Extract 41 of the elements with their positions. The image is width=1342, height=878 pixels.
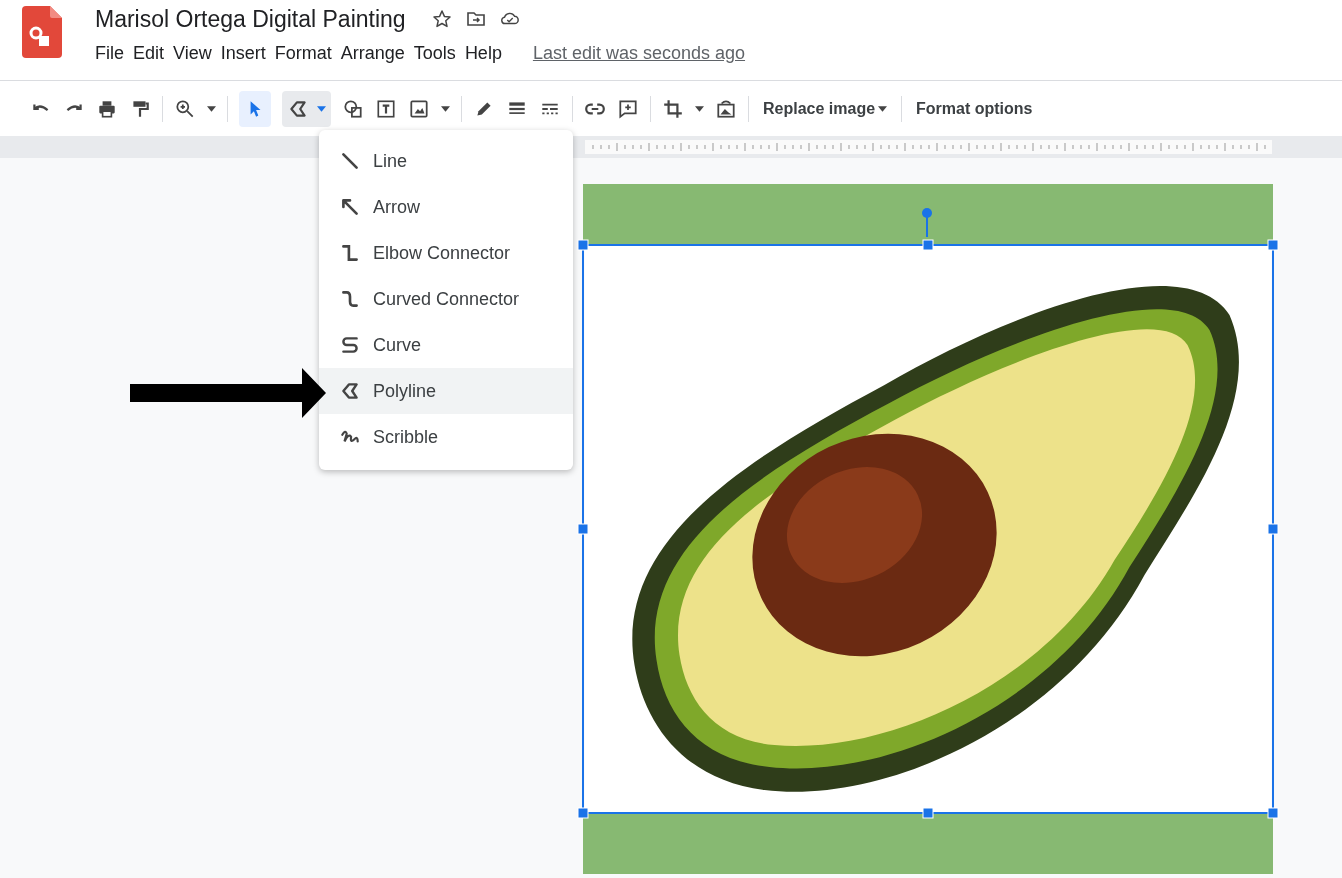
menu-option[interactable]: Polyline [319,368,573,414]
curve-icon [339,334,361,356]
menu-option[interactable]: Arrow [319,184,573,230]
line-icon [339,150,361,172]
rotation-handle[interactable] [921,207,933,237]
menu-item[interactable]: Edit [133,40,174,67]
document-title[interactable]: Marisol Ortega Digital Painting [95,5,406,33]
last-edit-link[interactable]: Last edit was seconds ago [532,43,746,64]
menu-item[interactable]: View [173,40,221,67]
menu-item[interactable]: Format [274,40,341,67]
toolbar-text-button[interactable]: Format options [913,93,1036,124]
slides-logo-icon[interactable] [22,6,62,58]
shape-icon[interactable] [342,97,364,120]
add-comment-icon[interactable] [617,97,639,120]
menu-option[interactable]: Scribble [319,414,573,460]
menu-option[interactable]: Curve [319,322,573,368]
menu-option[interactable]: Elbow Connector [319,230,573,276]
menu-option[interactable]: Line [319,138,573,184]
menu-item[interactable]: File [95,40,133,67]
caret-icon[interactable] [695,105,704,112]
move-to-folder-icon[interactable] [465,9,486,29]
menu-option[interactable]: Curved Connector [319,276,573,322]
menu-item[interactable]: Arrange [340,40,414,67]
arrow-icon [339,196,361,218]
line-tool-button[interactable] [282,90,331,127]
crop-icon[interactable] [662,97,684,120]
star-icon[interactable] [431,9,452,29]
curved-connector-icon [339,288,361,310]
select-tool-button[interactable] [239,90,271,127]
zoom-icon[interactable] [174,97,196,120]
elbow-connector-icon [339,242,361,264]
caret-icon [317,105,326,112]
menu-item[interactable]: Help [464,40,511,67]
toolbar-text-button[interactable]: Replace image [760,93,891,124]
polyline-icon [339,380,361,402]
text-box-icon[interactable] [375,97,397,120]
caret-icon[interactable] [207,105,216,112]
menu-item[interactable]: Tools [413,40,465,67]
image-icon[interactable] [408,97,430,120]
caret-icon[interactable] [441,105,450,112]
menu-item[interactable]: Insert [220,40,275,67]
